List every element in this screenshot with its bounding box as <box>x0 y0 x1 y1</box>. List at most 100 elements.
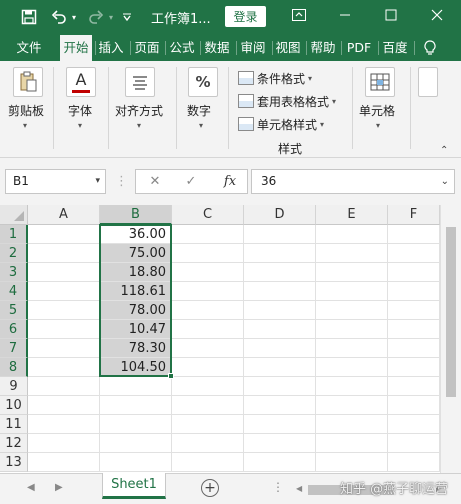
fill-handle[interactable] <box>168 373 174 379</box>
cell-a13[interactable] <box>28 453 100 472</box>
cell-a6[interactable] <box>28 320 100 339</box>
cell-e7[interactable] <box>316 339 388 358</box>
cell-b7[interactable]: 78.30 <box>100 339 172 358</box>
tab-home[interactable]: 开始 <box>60 35 92 61</box>
cell-f1[interactable] <box>388 225 440 244</box>
chevron-down-icon[interactable]: ▾ <box>95 170 100 193</box>
row-header[interactable]: 5 <box>0 301 28 320</box>
cell-b1[interactable]: 36.00 <box>100 225 172 244</box>
cell-f11[interactable] <box>388 415 440 434</box>
clipboard-group[interactable]: 剪贴板 ▾ <box>5 61 51 158</box>
name-box[interactable]: B1 ▾ <box>5 169 106 194</box>
cell-b2[interactable]: 75.00 <box>100 244 172 263</box>
cell-b9[interactable] <box>100 377 172 396</box>
cell-c4[interactable] <box>172 282 244 301</box>
cell-a11[interactable] <box>28 415 100 434</box>
cell-f12[interactable] <box>388 434 440 453</box>
cell-c2[interactable] <box>172 244 244 263</box>
cell-f6[interactable] <box>388 320 440 339</box>
cell-e1[interactable] <box>316 225 388 244</box>
cell-a9[interactable] <box>28 377 100 396</box>
save-icon[interactable] <box>18 6 40 28</box>
cell-b4[interactable]: 118.61 <box>100 282 172 301</box>
cell-b10[interactable] <box>100 396 172 415</box>
tab-view[interactable]: 视图 <box>274 35 302 61</box>
minimize-icon[interactable] <box>322 0 368 30</box>
cell-a1[interactable] <box>28 225 100 244</box>
cell-b5[interactable]: 78.00 <box>100 301 172 320</box>
column-header-c[interactable]: C <box>172 205 244 225</box>
row-header[interactable]: 8 <box>0 358 28 377</box>
column-header-b[interactable]: B <box>100 205 172 225</box>
login-button[interactable]: 登录 <box>225 6 266 27</box>
column-header-a[interactable]: A <box>28 205 100 225</box>
cell-a7[interactable] <box>28 339 100 358</box>
cell-c10[interactable] <box>172 396 244 415</box>
ribbon-display-options-icon[interactable] <box>276 0 322 30</box>
expand-formula-bar-icon[interactable]: ⌄ <box>441 170 449 193</box>
cell-d9[interactable] <box>244 377 316 396</box>
cell-d7[interactable] <box>244 339 316 358</box>
collapse-ribbon-icon[interactable]: ⌃ <box>440 145 448 156</box>
sheet-tab-sheet1[interactable]: Sheet1 <box>102 473 166 499</box>
cell-f13[interactable] <box>388 453 440 472</box>
cell-e3[interactable] <box>316 263 388 282</box>
tab-data[interactable]: 数据 <box>202 35 232 61</box>
cell-e13[interactable] <box>316 453 388 472</box>
row-header[interactable]: 4 <box>0 282 28 301</box>
cell-a2[interactable] <box>28 244 100 263</box>
cell-c11[interactable] <box>172 415 244 434</box>
cell-e6[interactable] <box>316 320 388 339</box>
row-header[interactable]: 11 <box>0 415 28 434</box>
cell-d6[interactable] <box>244 320 316 339</box>
number-group[interactable]: % 数字 ▾ <box>182 61 226 158</box>
cell-f7[interactable] <box>388 339 440 358</box>
cell-f9[interactable] <box>388 377 440 396</box>
insert-function-button[interactable]: fx <box>218 170 242 193</box>
cell-b11[interactable] <box>100 415 172 434</box>
row-header[interactable]: 9 <box>0 377 28 396</box>
add-sheet-icon[interactable]: + <box>201 479 219 497</box>
tab-insert[interactable]: 插入 <box>97 35 125 61</box>
cell-a3[interactable] <box>28 263 100 282</box>
maximize-icon[interactable] <box>368 0 414 30</box>
cell-f5[interactable] <box>388 301 440 320</box>
tab-review[interactable]: 审阅 <box>238 35 268 61</box>
select-all-button[interactable] <box>0 205 28 225</box>
alignment-group[interactable]: 对齐方式 ▾ <box>113 61 171 158</box>
cell-styles-button[interactable]: 单元格样式 ▾ <box>238 114 324 134</box>
formula-input[interactable]: 36 ⌄ <box>251 169 455 194</box>
cancel-icon[interactable]: ✕ <box>144 170 166 193</box>
row-header[interactable]: 3 <box>0 263 28 282</box>
tab-page-layout[interactable]: 页面 <box>132 35 162 61</box>
cell-d1[interactable] <box>244 225 316 244</box>
prev-sheet-icon[interactable]: ◀ <box>27 482 35 493</box>
tab-formulas[interactable]: 公式 <box>168 35 196 61</box>
row-header[interactable]: 2 <box>0 244 28 263</box>
tab-pdf[interactable]: PDF <box>343 35 375 61</box>
cell-b12[interactable] <box>100 434 172 453</box>
cell-c9[interactable] <box>172 377 244 396</box>
spreadsheet-grid[interactable]: A B C D E F 1 36.00 2 75.00 3 18.80 4 118.61 5 78… <box>0 205 461 473</box>
next-sheet-icon[interactable]: ▶ <box>55 482 63 493</box>
cell-e8[interactable] <box>316 358 388 377</box>
cell-c13[interactable] <box>172 453 244 472</box>
cell-a5[interactable] <box>28 301 100 320</box>
column-header-e[interactable]: E <box>316 205 388 225</box>
cell-b8[interactable]: 104.50 <box>100 358 172 377</box>
cell-f10[interactable] <box>388 396 440 415</box>
cell-c7[interactable] <box>172 339 244 358</box>
cell-d10[interactable] <box>244 396 316 415</box>
more-sheets-icon[interactable]: ⋮ <box>272 480 284 494</box>
format-as-table-button[interactable]: 套用表格格式 ▾ <box>238 91 336 111</box>
cell-a12[interactable] <box>28 434 100 453</box>
cell-e12[interactable] <box>316 434 388 453</box>
cell-e4[interactable] <box>316 282 388 301</box>
cell-b3[interactable]: 18.80 <box>100 263 172 282</box>
column-header-f[interactable]: F <box>388 205 440 225</box>
cell-a10[interactable] <box>28 396 100 415</box>
cell-d13[interactable] <box>244 453 316 472</box>
cell-d3[interactable] <box>244 263 316 282</box>
column-header-d[interactable]: D <box>244 205 316 225</box>
cell-d12[interactable] <box>244 434 316 453</box>
